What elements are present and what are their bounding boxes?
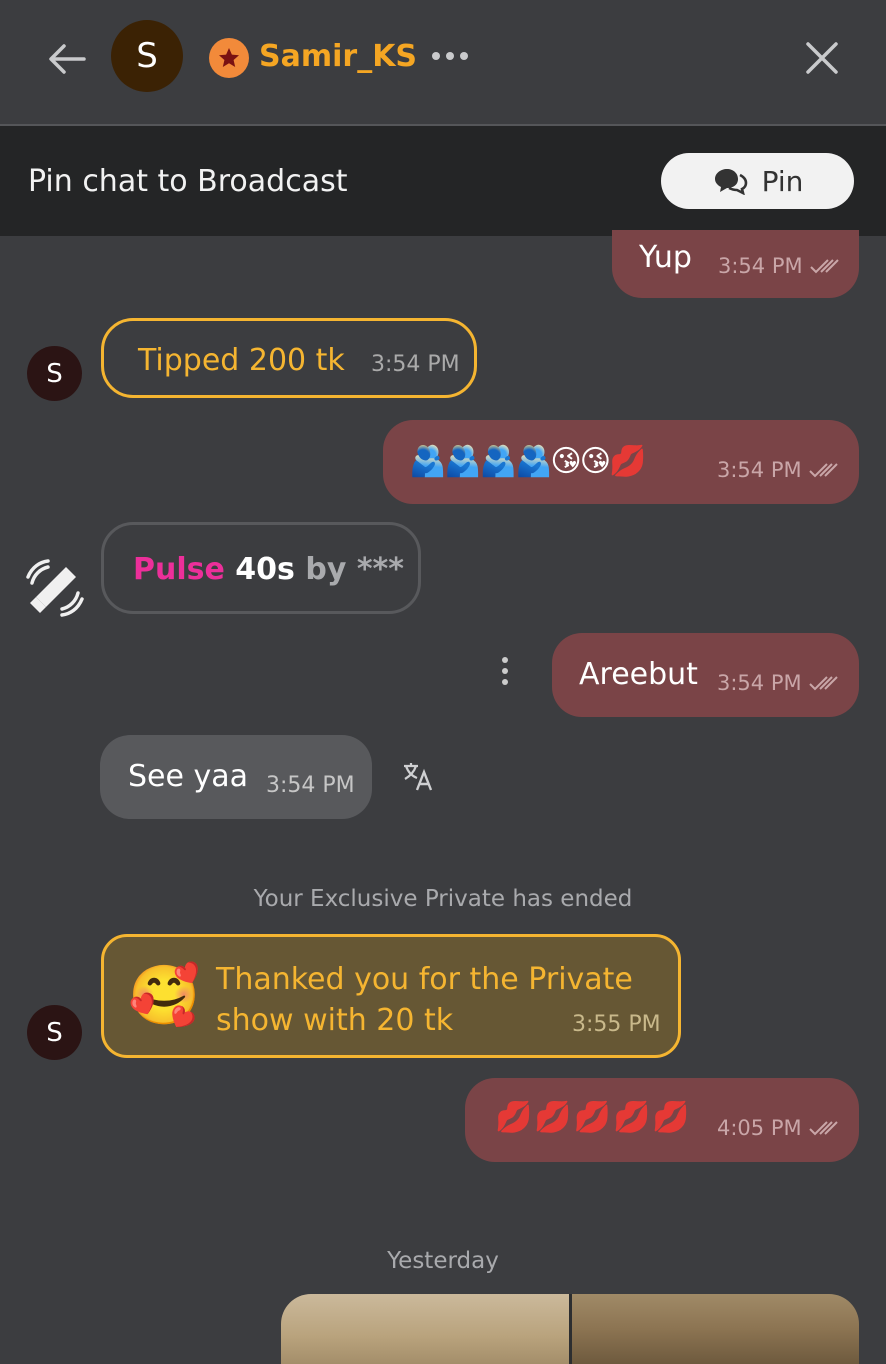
- avatar[interactable]: S: [27, 346, 82, 401]
- photo-thumbnail: [281, 1294, 569, 1364]
- username[interactable]: Samir_KS: [259, 37, 417, 77]
- pulse-label: Pulse: [133, 552, 225, 587]
- message-text: 💋💋💋💋💋: [495, 1100, 692, 1135]
- photo-message[interactable]: [281, 1294, 859, 1364]
- outgoing-message[interactable]: Yup 3:54 PM: [612, 230, 859, 298]
- incoming-message[interactable]: See yaa 3:54 PM: [100, 735, 372, 819]
- pulse-by: by: [305, 552, 347, 587]
- smiling-hearts-emoji: 🥰: [128, 961, 201, 1029]
- message-options-icon[interactable]: [502, 657, 508, 685]
- avatar[interactable]: S: [111, 20, 183, 92]
- message-time: 3:54 PM: [717, 458, 840, 482]
- read-check-icon: [809, 259, 839, 274]
- outgoing-message[interactable]: 🫂🫂🫂🫂😘😘💋 3:54 PM: [383, 420, 859, 504]
- message-time: 3:54 PM: [266, 773, 355, 798]
- thanks-message[interactable]: 🥰 Thanked you for the Private show with …: [101, 934, 681, 1058]
- read-check-icon: [808, 1121, 838, 1136]
- tip-message[interactable]: Tipped 200 tk 3:54 PM: [101, 318, 477, 398]
- translate-icon[interactable]: [402, 760, 434, 792]
- system-notice: Your Exclusive Private has ended: [253, 886, 633, 912]
- message-time: 3:54 PM: [718, 254, 841, 278]
- star-badge-icon: [209, 38, 249, 78]
- pin-banner-text: Pin chat to Broadcast: [28, 164, 348, 199]
- read-check-icon: [808, 676, 838, 691]
- pulse-duration: 40s: [235, 552, 295, 587]
- message-text: Areebut: [579, 657, 698, 692]
- message-time: 3:55 PM: [572, 1012, 661, 1037]
- tip-text: Tipped 200 tk: [138, 343, 345, 378]
- message-time: 4:05 PM: [717, 1116, 840, 1140]
- pin-button-label: Pin: [761, 164, 804, 198]
- read-check-icon: [808, 463, 838, 478]
- outgoing-message[interactable]: 💋💋💋💋💋 4:05 PM: [465, 1078, 859, 1162]
- message-text: 🫂🫂🫂🫂😘😘💋: [409, 444, 646, 479]
- photo-thumbnail: [568, 1294, 859, 1364]
- more-dots-icon[interactable]: [432, 52, 468, 60]
- pulse-user: ***: [356, 552, 404, 587]
- vibration-icon: [26, 559, 84, 617]
- message-text: See yaa: [128, 759, 249, 794]
- message-time: 3:54 PM: [371, 352, 460, 377]
- date-divider: Yesterday: [387, 1248, 499, 1274]
- chat-bubbles-icon: [714, 169, 747, 195]
- close-icon[interactable]: [802, 38, 842, 78]
- outgoing-message[interactable]: Areebut 3:54 PM: [552, 633, 859, 717]
- pin-button[interactable]: Pin: [661, 153, 854, 209]
- pulse-message[interactable]: Pulse 40s by ***: [101, 522, 421, 614]
- message-text: Yup: [639, 240, 692, 275]
- message-time: 3:54 PM: [717, 671, 840, 695]
- avatar[interactable]: S: [27, 1005, 82, 1060]
- back-arrow-icon[interactable]: [44, 36, 90, 82]
